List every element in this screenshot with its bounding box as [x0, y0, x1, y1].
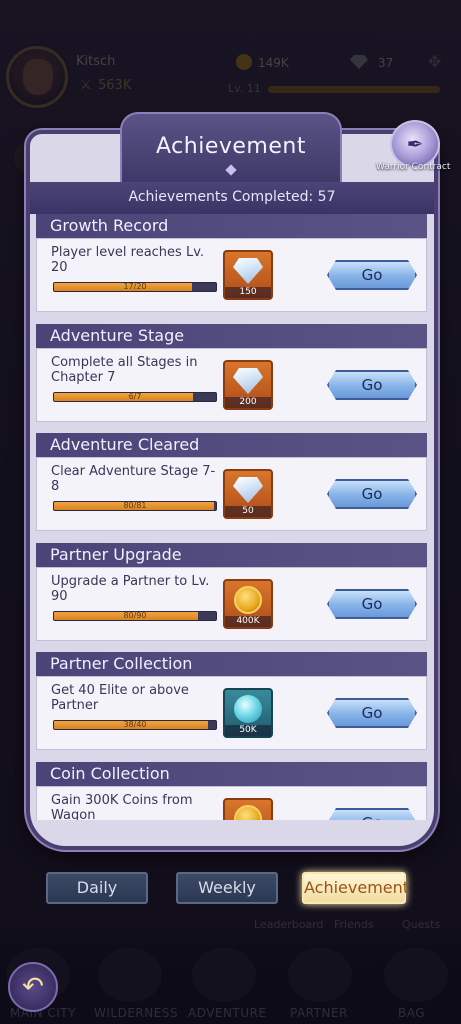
task-description: Player level reaches Lv. 20 — [51, 245, 205, 275]
task-description: Clear Adventure Stage 7-8 — [51, 464, 216, 494]
bottom-nav: MAIN CITY WILDERNESS ADVENTURE PARTNER B… — [0, 924, 461, 1024]
progress-text: 6/7 — [128, 392, 142, 401]
bag-icon — [384, 948, 448, 1002]
player-name: Kitsch — [76, 54, 116, 69]
quill-icon: ✒ — [406, 132, 424, 156]
card-category: Partner Collection — [36, 652, 427, 676]
task-description: Gain 300K Coins from Wagon — [51, 793, 193, 820]
reward-amount: 200 — [225, 397, 271, 408]
partner-icon — [288, 948, 352, 1002]
go-button[interactable]: Go — [327, 479, 417, 509]
shortcut-friends[interactable]: Friends — [334, 918, 374, 931]
achievement-tabs: Daily Weekly Achievement — [0, 872, 461, 908]
task-description: Upgrade a Partner to Lv. 90 — [51, 574, 210, 604]
tab-achievement[interactable]: Achievement — [302, 872, 409, 904]
reward-slot[interactable] — [223, 798, 273, 820]
achievement-card: Growth Record Player level reaches Lv. 2… — [36, 214, 427, 316]
panel-title: Achievement — [156, 134, 306, 159]
power-display: ⚔ 563K — [80, 78, 131, 93]
diamond-icon — [233, 258, 263, 284]
progress-text: 38/40 — [123, 720, 147, 729]
warrior-contract-label: Warrior Contract — [376, 162, 451, 172]
level-label: Lv. 11 — [228, 82, 261, 95]
go-button[interactable]: Go — [327, 370, 417, 400]
progress-bar: 80/81 — [53, 501, 217, 511]
blue-orb-icon — [234, 695, 262, 723]
nav-adventure[interactable]: ADVENTURE — [188, 1006, 267, 1020]
gold-value: 149K — [258, 56, 289, 70]
card-category: Adventure Stage — [36, 324, 427, 348]
gold-coin-icon — [234, 586, 262, 614]
nav-wilderness[interactable]: WILDERNESS — [94, 1006, 178, 1020]
progress-bar: 6/7 — [53, 392, 217, 402]
card-body: Player level reaches Lv. 20 17/20 150 Go — [36, 238, 427, 312]
go-button[interactable]: Go — [327, 260, 417, 290]
exp-fill — [268, 86, 440, 93]
progress-text: 80/81 — [123, 501, 147, 510]
card-category: Adventure Cleared — [36, 433, 427, 457]
exp-bar — [268, 86, 440, 93]
achievement-card: Adventure Stage Complete all Stages in C… — [36, 324, 427, 426]
nav-bag[interactable]: BAG — [398, 1006, 425, 1020]
card-category: Partner Upgrade — [36, 543, 427, 567]
achievement-card: Partner Upgrade Upgrade a Partner to Lv.… — [36, 543, 427, 645]
reward-amount: 150 — [225, 287, 271, 298]
go-button[interactable]: Go — [327, 698, 417, 728]
tab-daily[interactable]: Daily — [46, 872, 148, 904]
wilderness-icon — [98, 948, 162, 1002]
card-body: Upgrade a Partner to Lv. 90 80/90 400K G… — [36, 567, 427, 641]
gold-count: 149K — [236, 56, 289, 70]
card-category: Coin Collection — [36, 762, 427, 786]
go-button[interactable]: Go — [327, 808, 417, 820]
reward-slot[interactable]: 150 — [223, 250, 273, 300]
achievements-completed: Achievements Completed: 57 — [128, 189, 336, 205]
gem-icon — [350, 55, 368, 69]
avatar-face — [23, 59, 53, 95]
adventure-icon — [192, 948, 256, 1002]
task-description: Complete all Stages in Chapter 7 — [51, 355, 198, 385]
card-body: Complete all Stages in Chapter 7 6/7 200… — [36, 348, 427, 422]
back-button[interactable]: ↶ — [8, 962, 58, 1012]
card-body: Gain 300K Coins from Wagon Go — [36, 786, 427, 820]
progress-bar: 17/20 — [53, 282, 217, 292]
reward-slot[interactable]: 50 — [223, 469, 273, 519]
task-description: Get 40 Elite or above Partner — [51, 683, 189, 713]
progress-bar: 80/90 — [53, 611, 217, 621]
shortcut-leaderboard[interactable]: Leaderboard — [254, 918, 323, 931]
top-hud: Kitsch ⚔ 563K 149K 37 ✥ Lv. 11 — [0, 0, 461, 178]
card-body: Clear Adventure Stage 7-8 80/81 50 Go — [36, 457, 427, 531]
add-icon[interactable]: ✥ — [428, 52, 441, 71]
achievement-card: Adventure Cleared Clear Adventure Stage … — [36, 433, 427, 535]
diamond-icon — [233, 368, 263, 394]
shortcut-quests[interactable]: Quests — [402, 918, 440, 931]
tab-weekly[interactable]: Weekly — [176, 872, 278, 904]
card-body: Get 40 Elite or above Partner 38/40 50K … — [36, 676, 427, 750]
reward-slot[interactable]: 200 — [223, 360, 273, 410]
warrior-contract-button[interactable]: ✒ — [390, 120, 440, 168]
go-button[interactable]: Go — [327, 589, 417, 619]
reward-amount: 400K — [225, 616, 271, 627]
progress-bar: 38/40 — [53, 720, 217, 730]
reward-amount: 50K — [225, 725, 271, 736]
avatar[interactable] — [6, 46, 68, 108]
reward-slot[interactable]: 50K — [223, 688, 273, 738]
swords-icon: ⚔ — [80, 78, 92, 93]
diamond-icon — [233, 477, 263, 503]
progress-text: 80/90 — [123, 611, 147, 620]
progress-text: 17/20 — [123, 282, 147, 291]
back-arrow-icon: ↶ — [22, 972, 44, 1002]
achievement-card: Coin Collection Gain 300K Coins from Wag… — [36, 762, 427, 820]
reward-slot[interactable]: 400K — [223, 579, 273, 629]
nav-partner[interactable]: PARTNER — [290, 1006, 348, 1020]
achievement-list[interactable]: Growth Record Player level reaches Lv. 2… — [36, 214, 427, 820]
achievement-card: Partner Collection Get 40 Elite or above… — [36, 652, 427, 754]
reward-amount: 50 — [225, 506, 271, 517]
gold-coin-icon — [234, 805, 262, 820]
card-category: Growth Record — [36, 214, 427, 238]
power-value: 563K — [98, 78, 132, 93]
gem-count: 37 — [378, 56, 394, 70]
